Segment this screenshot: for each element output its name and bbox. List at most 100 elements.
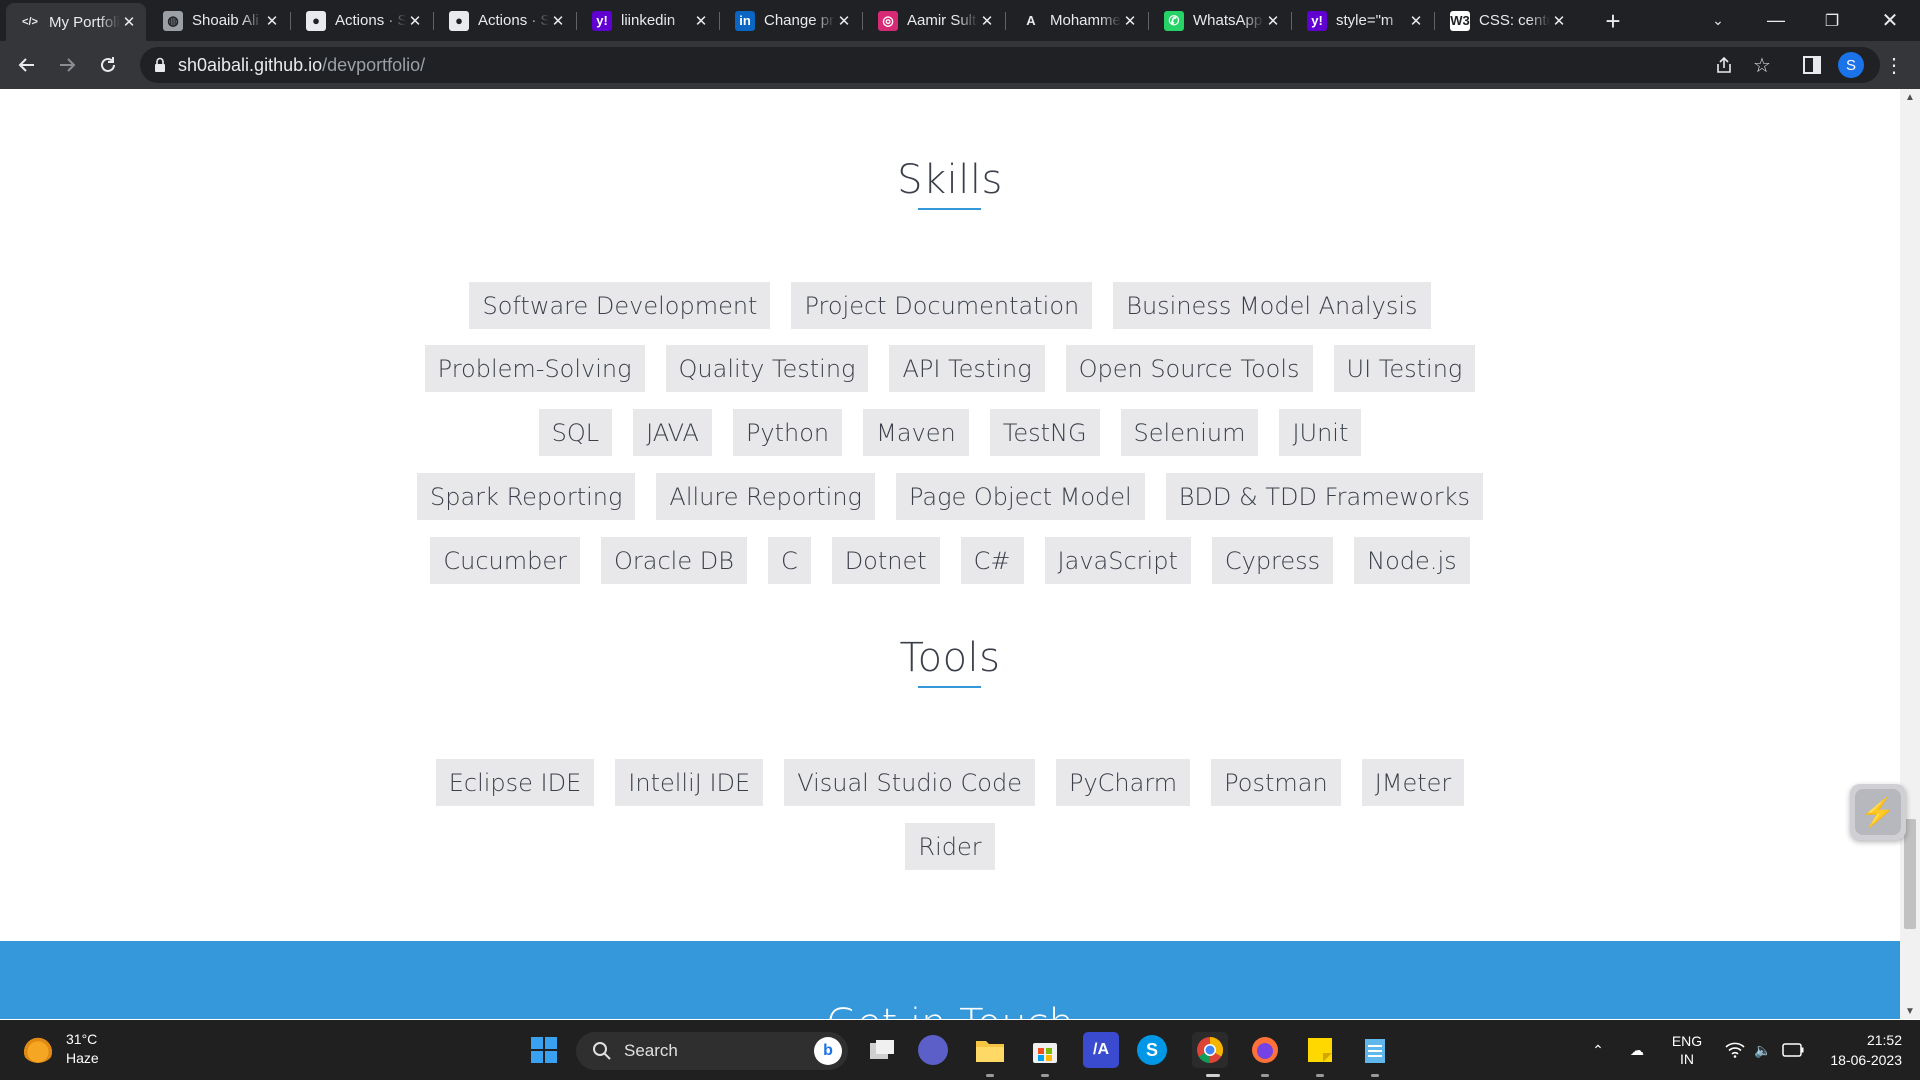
skill-chip: BDD & TDD Frameworks (1165, 473, 1483, 520)
tab-separator (719, 12, 720, 30)
remote-app-icon[interactable]: /A (1083, 1032, 1119, 1068)
yahoo-icon: y! (592, 10, 612, 31)
taskbar-search[interactable]: Search b (576, 1032, 848, 1070)
skills-underline (918, 208, 981, 210)
task-view-icon[interactable] (864, 1032, 900, 1068)
skill-chip: C (767, 537, 811, 584)
tab-title: CSS: center (1479, 12, 1550, 29)
share-icon[interactable] (1710, 51, 1738, 79)
battery-icon[interactable] (1780, 1020, 1806, 1080)
side-panel-icon[interactable] (1798, 51, 1826, 79)
reload-icon (101, 57, 115, 72)
tab-title: Actions · Shoaib (478, 12, 549, 29)
close-tab-icon[interactable]: ✕ (1407, 12, 1425, 30)
notepad-icon[interactable] (1357, 1032, 1393, 1068)
tab-title: Actions · Shoaib (335, 12, 406, 29)
chrome-icon[interactable] (1192, 1032, 1228, 1068)
close-tab-icon[interactable]: ✕ (1550, 12, 1568, 30)
tab-separator (576, 12, 577, 30)
forward-button[interactable] (51, 49, 83, 81)
close-tab-icon[interactable]: ✕ (263, 12, 281, 30)
tab-title: Aamir Sultan (907, 12, 978, 29)
new-tab-button[interactable]: + (1598, 6, 1628, 36)
scroll-thumb[interactable] (1904, 819, 1916, 929)
browser-tab[interactable]: in Change profile✕ (721, 6, 861, 35)
onedrive-icon[interactable]: ☁ (1622, 1020, 1652, 1080)
clock[interactable]: 21:52 18-06-2023 (1818, 1030, 1902, 1070)
close-window-button[interactable]: ✕ (1862, 0, 1918, 41)
chrome-menu-icon[interactable]: ⋮ (1880, 51, 1908, 79)
windows-start-icon[interactable] (526, 1032, 562, 1068)
close-tab-icon[interactable]: ✕ (1121, 12, 1139, 30)
microsoft-store-icon[interactable] (1027, 1032, 1063, 1068)
close-tab-icon[interactable]: ✕ (1264, 12, 1282, 30)
scroll-down-arrow-icon[interactable]: ▼ (1900, 1003, 1920, 1019)
bing-icon[interactable]: b (814, 1037, 842, 1065)
tool-chip: Visual Studio Code (784, 759, 1035, 806)
sticky-notes-icon[interactable] (1302, 1032, 1338, 1068)
active-indicator (1206, 1074, 1220, 1077)
running-indicator (1261, 1074, 1269, 1077)
avengers-icon: A (1026, 13, 1036, 28)
skype-icon[interactable]: S (1137, 1035, 1167, 1065)
volume-icon[interactable]: 🔈 (1750, 1020, 1776, 1080)
back-arrow-icon (18, 58, 34, 72)
close-tab-icon[interactable]: ✕ (406, 12, 424, 30)
weather-widget[interactable]: 31°C Haze (22, 1030, 99, 1068)
tool-chip: JMeter (1361, 759, 1465, 806)
tool-chip: Eclipse IDE (435, 759, 595, 806)
profile-avatar[interactable]: S (1838, 52, 1864, 78)
page-scrollbar[interactable]: ▲ ▼ (1900, 89, 1920, 1019)
skill-chip: JUnit (1279, 409, 1362, 456)
browser-tab[interactable]: ● Actions · Shoaib✕ (435, 6, 575, 35)
tab-search-icon[interactable]: ⌄ (1690, 0, 1746, 41)
address-bar[interactable]: sh0aibali.github.io/devportfolio/ (140, 47, 1880, 83)
tab-title: Shoaib Ali (192, 12, 259, 29)
browser-tab[interactable]: ◎ Aamir Sultan✕ (864, 6, 1004, 35)
wifi-icon[interactable] (1722, 1020, 1748, 1080)
skill-chip: API Testing (889, 345, 1045, 392)
windows-taskbar: 31°C Haze Search b /A S ⌃ ☁ ENG IN 🔈 21:… (0, 1020, 1920, 1080)
firefox-icon[interactable] (1247, 1032, 1283, 1068)
tab-title: WhatsApp (1193, 12, 1263, 29)
browser-tab[interactable]: </> My Portfolio✕ (6, 3, 146, 41)
reload-button[interactable] (92, 49, 124, 81)
chip-row: SQL JAVA Python Maven TestNG Selenium JUnit (0, 409, 1900, 456)
browser-tab[interactable]: ● Actions · Shoaib✕ (292, 6, 432, 35)
tab-title: liinkedin (621, 12, 676, 29)
w3schools-icon: W3 (1450, 10, 1470, 31)
restore-button[interactable]: ❐ (1804, 0, 1860, 41)
close-tab-icon[interactable]: ✕ (692, 12, 710, 30)
close-tab-icon[interactable]: ✕ (549, 12, 567, 30)
browser-tab[interactable]: ◍ Shoaib Ali ✕ (149, 6, 289, 35)
linkedin-icon: in (735, 10, 755, 31)
browser-tab[interactable]: A Mohammed✕ (1007, 6, 1147, 35)
running-indicator (1371, 1074, 1379, 1077)
back-button[interactable] (11, 49, 43, 81)
close-tab-icon[interactable]: ✕ (120, 13, 138, 31)
language-indicator[interactable]: ENG IN (1662, 1020, 1712, 1080)
floating-widget-button[interactable]: ⚡ (1850, 784, 1906, 840)
browser-tab[interactable]: ✆ WhatsApp ✕ (1150, 6, 1290, 35)
tab-separator (1291, 12, 1292, 30)
tool-chip: Postman (1211, 759, 1341, 806)
scroll-up-arrow-icon[interactable]: ▲ (1900, 89, 1920, 105)
file-explorer-icon[interactable] (972, 1032, 1008, 1068)
tools-underline (918, 686, 981, 688)
browser-tab[interactable]: y! liinkedin ✕ (578, 6, 718, 35)
globe-icon: ◍ (163, 10, 183, 31)
tool-chip: PyCharm (1055, 759, 1191, 806)
teams-chat-icon[interactable] (918, 1035, 948, 1065)
close-tab-icon[interactable]: ✕ (835, 12, 853, 30)
lightning-icon: ⚡ (1855, 789, 1901, 835)
browser-tab[interactable]: W3 CSS: center✕ (1436, 6, 1576, 35)
tab-title: Mohammed (1050, 12, 1121, 29)
close-tab-icon[interactable]: ✕ (978, 12, 996, 30)
minimize-button[interactable]: — (1748, 0, 1804, 41)
skill-chip: JavaScript (1044, 537, 1191, 584)
show-hidden-icons-icon[interactable]: ⌃ (1586, 1020, 1610, 1080)
browser-tab[interactable]: y! style="m ✕ (1293, 6, 1433, 35)
bookmark-star-icon[interactable]: ☆ (1748, 51, 1776, 79)
skill-chip: Allure Reporting (656, 473, 875, 520)
portfolio-page: Skills Software Development Project Docum… (0, 89, 1900, 1019)
